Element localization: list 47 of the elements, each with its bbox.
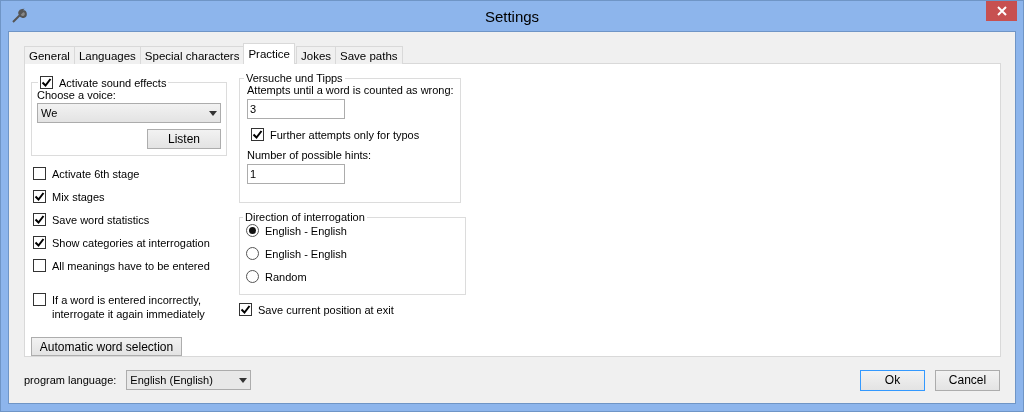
checkbox[interactable] <box>239 303 252 316</box>
window-title: Settings <box>484 7 540 25</box>
hints-field[interactable]: 1 <box>247 164 345 184</box>
checkbox[interactable] <box>33 236 46 250</box>
dropdown-icon <box>239 377 248 383</box>
field-label: Attempts until a word is counted as wrong: <box>247 84 455 96</box>
tab[interactable]: Jokes <box>296 46 337 64</box>
dialog-button[interactable]: Ok <box>860 369 925 391</box>
field-label: program language: <box>24 374 117 386</box>
checkbox-label: Activate sound effects <box>59 76 167 89</box>
field-label: Number of possible hints: <box>247 149 373 161</box>
checkbox-label: Save word statistics <box>52 213 150 226</box>
attempts-field[interactable]: 3 <box>247 99 345 119</box>
checkbox-label: Show categories at interrogation <box>52 236 210 249</box>
checkbox-label: Save current position at exit <box>258 303 394 316</box>
tab[interactable]: General <box>24 46 75 64</box>
checkbox[interactable] <box>251 128 264 141</box>
group-title: Direction of interrogation <box>244 211 366 223</box>
tab[interactable]: Save paths <box>335 46 403 64</box>
language-dropdown[interactable]: English (English) <box>126 370 252 390</box>
checkbox[interactable] <box>40 76 53 89</box>
close-icon <box>996 6 1007 16</box>
tab[interactable]: Languages <box>73 46 141 64</box>
checkbox-label: All meanings have to be entered <box>52 259 210 272</box>
voice-dropdown[interactable]: We <box>37 103 221 123</box>
radio-label: Random <box>265 270 307 283</box>
checkbox[interactable] <box>33 213 46 227</box>
checkbox[interactable] <box>33 293 46 307</box>
radio-label: English - English <box>265 224 347 237</box>
dialog-button[interactable]: Cancel <box>935 369 1000 391</box>
listen-button[interactable]: Listen <box>147 129 221 149</box>
checkbox[interactable] <box>33 259 46 273</box>
group-title: Versuche und Tipps <box>245 72 344 84</box>
checkbox[interactable] <box>33 167 46 181</box>
radio-label: English - English <box>265 247 347 260</box>
checkbox-label: If a word is entered incorrectly, interrogate it again immediately <box>52 293 205 322</box>
wrench-icon <box>11 8 27 24</box>
field-label: Choose a voice: <box>37 89 117 101</box>
tab[interactable]: Special characters <box>139 46 245 64</box>
dropdown-icon <box>209 110 217 116</box>
checkbox-label: Activate 6th stage <box>52 167 140 180</box>
tab[interactable]: Practice <box>243 43 295 64</box>
checkbox[interactable] <box>33 190 46 204</box>
close-button[interactable] <box>986 1 1017 21</box>
automatic-selection-button[interactable]: Automatic word selection <box>31 337 182 356</box>
checkbox-label: Further attempts only for typos <box>270 128 420 141</box>
checkbox-label: Mix stages <box>52 190 105 203</box>
